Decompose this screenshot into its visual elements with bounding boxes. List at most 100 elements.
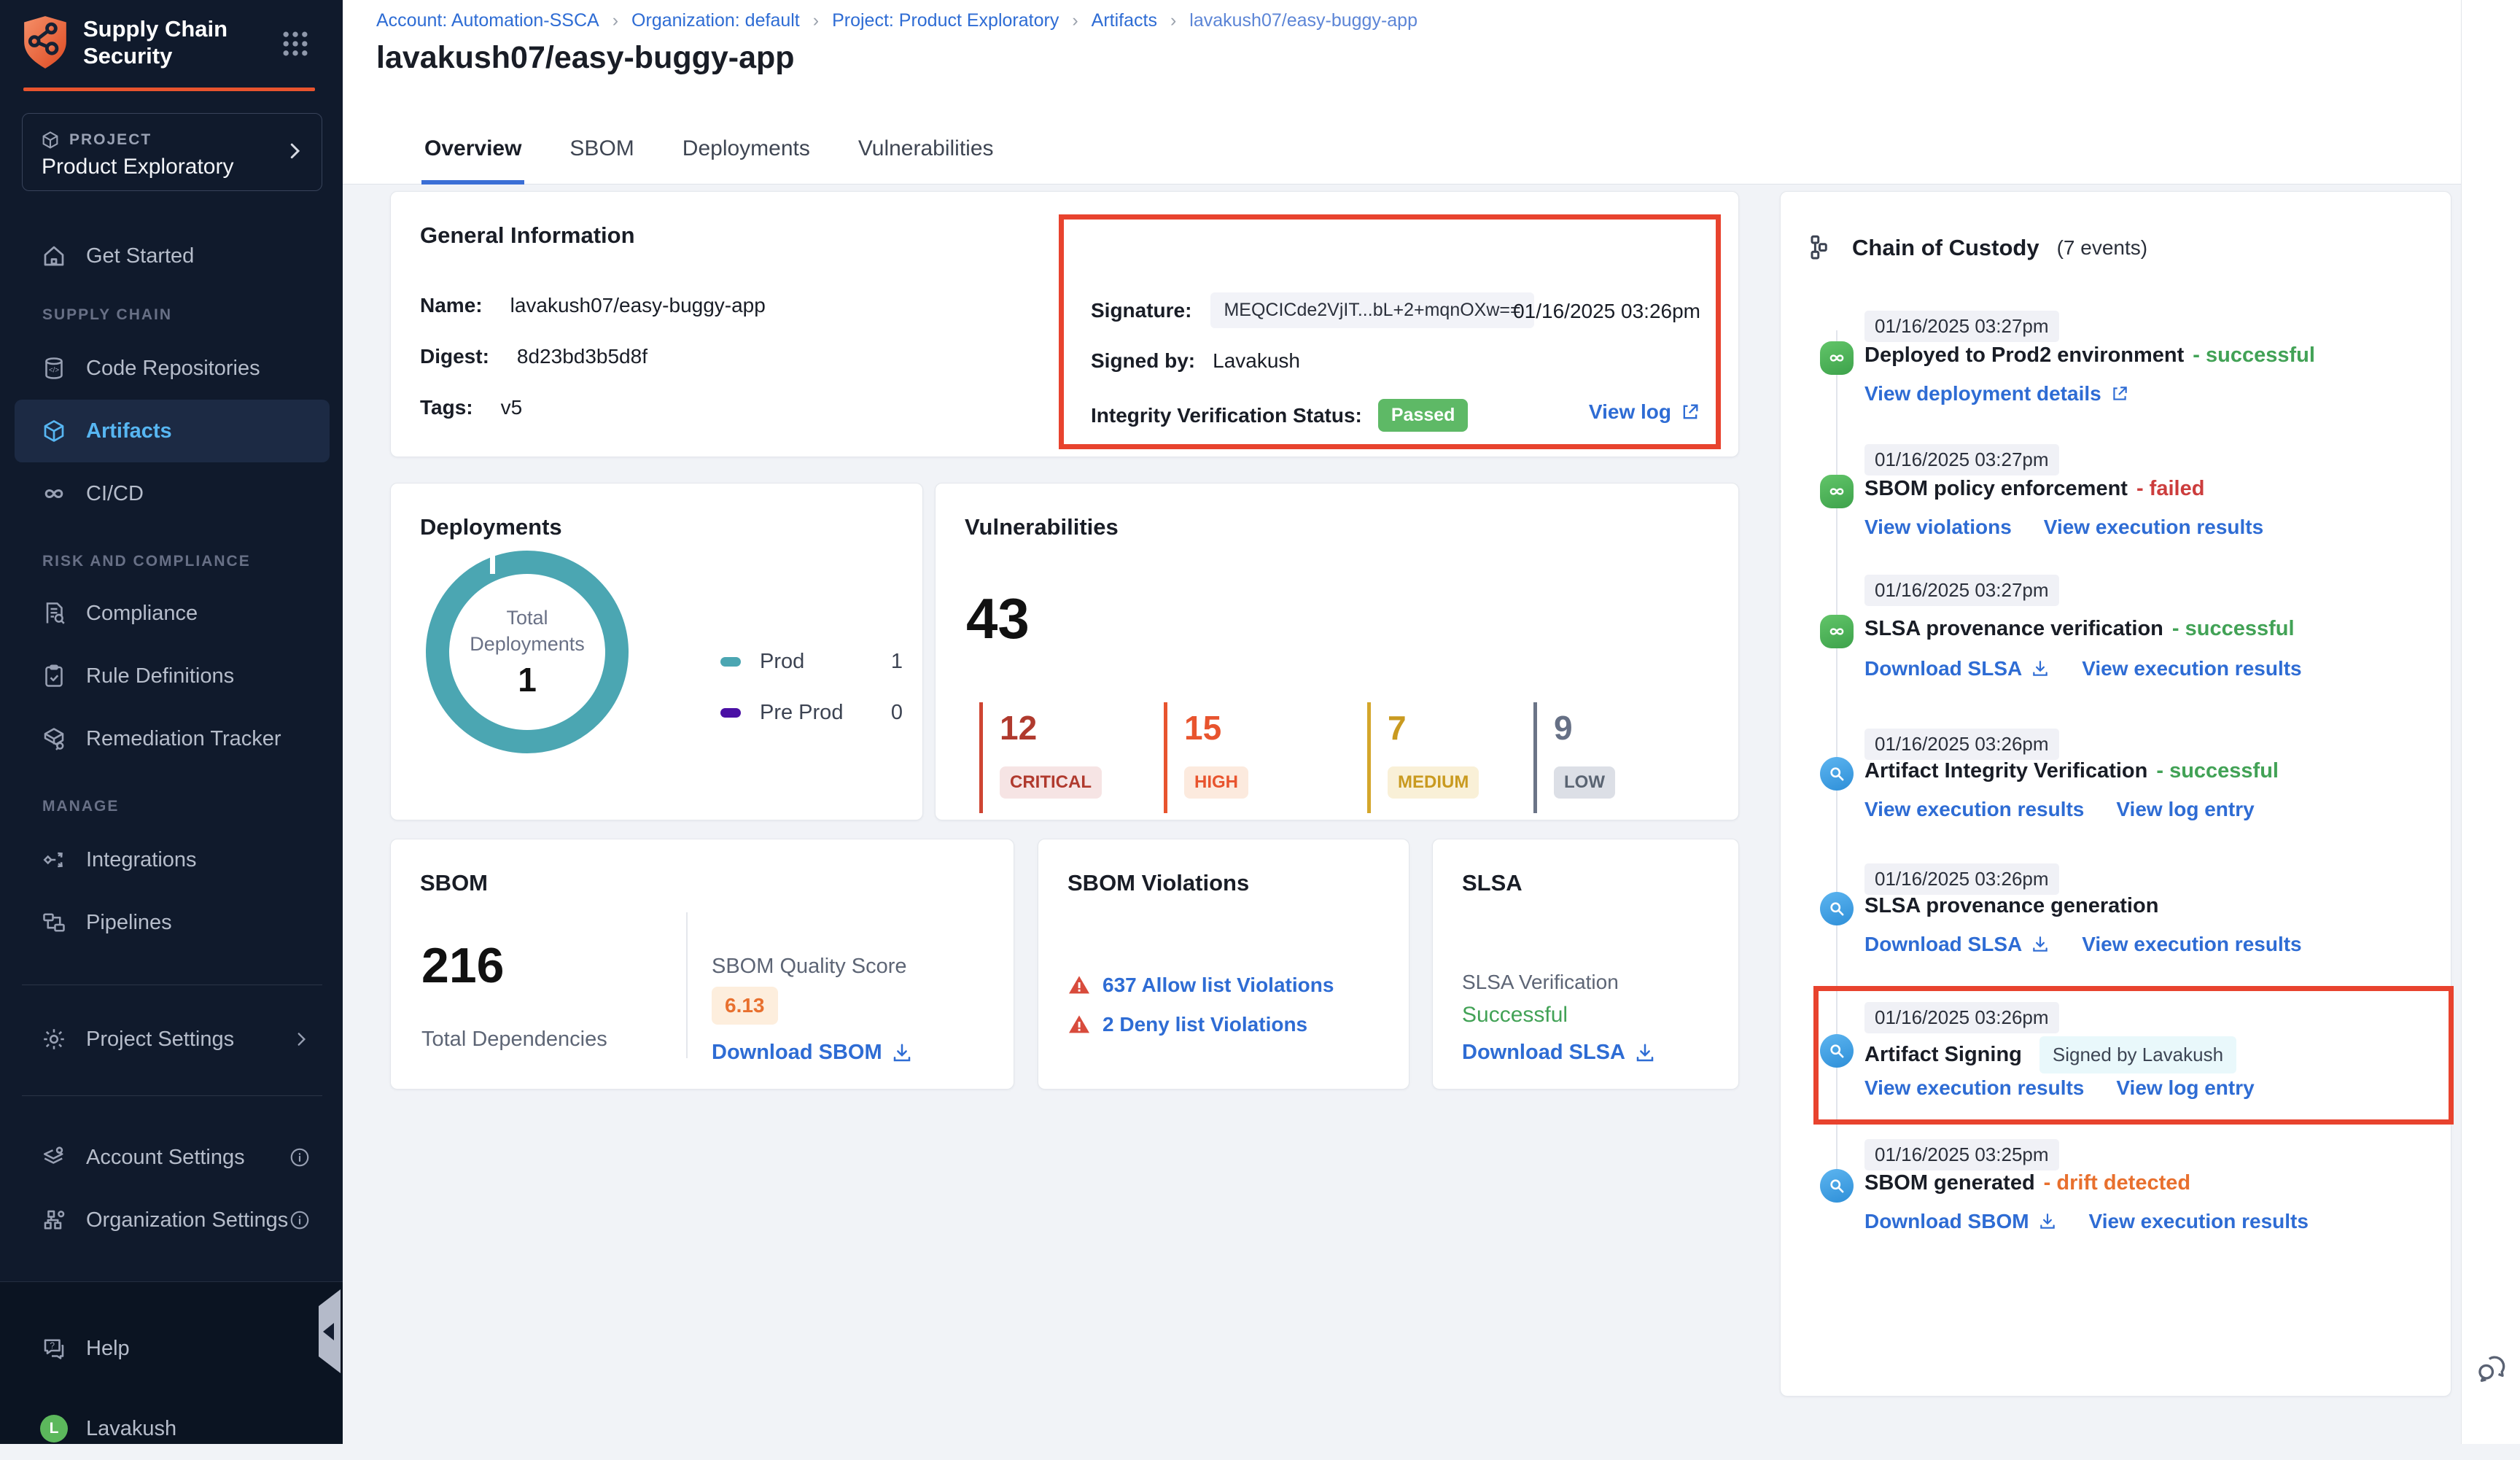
signature-value-chip[interactable]: MEQCICde2VjIT...bL+2+mqnOXw==	[1210, 292, 1533, 328]
tab-vulnerabilities[interactable]: Vulnerabilities	[855, 136, 997, 185]
severity-label: LOW	[1554, 766, 1615, 799]
sidebar-item-help[interactable]: ? Help	[0, 1317, 343, 1380]
app-switcher-grid-icon[interactable]	[279, 28, 311, 60]
app-logo-shield-icon	[20, 15, 70, 70]
tags-row: Tags: v5	[420, 396, 522, 419]
sbom-total-label: Total Dependencies	[421, 1028, 607, 1052]
chevron-right-icon	[284, 140, 306, 162]
view-execution-results-link[interactable]: View execution results	[2044, 516, 2263, 539]
sidebar-item-pipelines[interactable]: Pipelines	[0, 891, 343, 954]
view-log-entry-link[interactable]: View log entry	[2116, 798, 2254, 821]
right-rail	[2461, 0, 2520, 1444]
info-icon[interactable]	[289, 1209, 311, 1231]
tab-sbom[interactable]: SBOM	[567, 136, 637, 185]
breadcrumb-artifacts[interactable]: Artifacts	[1092, 10, 1157, 31]
project-label: PROJECT	[69, 131, 152, 149]
sidebar-item-code-repositories[interactable]: </> Code Repositories	[0, 337, 343, 400]
sidebar-item-account-settings[interactable]: Account Settings	[0, 1126, 343, 1189]
sidebar-item-cicd[interactable]: CI/CD	[0, 462, 343, 525]
view-log-entry-link[interactable]: View log entry	[2116, 1076, 2254, 1100]
event-status: - successful	[2156, 759, 2279, 783]
sidebar-item-label: Compliance	[86, 602, 198, 626]
severity-count: 15	[1184, 708, 1221, 748]
breadcrumb-account[interactable]: Account: Automation-SSCA	[376, 10, 599, 31]
sidebar-item-rule-definitions[interactable]: Rule Definitions	[0, 645, 343, 707]
sidebar-section-risk: RISK AND COMPLIANCE	[42, 553, 251, 570]
breadcrumb-project[interactable]: Project: Product Exploratory	[832, 10, 1059, 31]
sidebar-item-label: Rule Definitions	[86, 664, 234, 688]
deny-list-violations-link[interactable]: 2 Deny list Violations	[1102, 1013, 1307, 1036]
sbom-card: SBOM 216 Total Dependencies SBOM Quality…	[390, 839, 1014, 1090]
download-sbom-link[interactable]: Download SBOM	[1864, 1210, 2057, 1233]
download-sbom-link[interactable]: Download SBOM	[712, 1041, 913, 1065]
legend-swatch-pre-prod	[720, 708, 741, 718]
sbom-total-dependencies-value: 216	[421, 937, 504, 994]
event-title: SLSA provenance generation	[1864, 894, 2158, 918]
sidebar-user[interactable]: L Lavakush	[0, 1397, 343, 1460]
box-wrench-icon	[38, 726, 70, 752]
sidebar-item-compliance[interactable]: Compliance	[0, 582, 343, 645]
sidebar-item-label: Get Started	[86, 244, 194, 268]
view-violations-link[interactable]: View violations	[1864, 516, 2012, 539]
event-timestamp: 01/16/2025 03:27pm	[1864, 575, 2059, 606]
pipeline-policy-icon	[1820, 475, 1854, 508]
project-selector[interactable]: PROJECT Product Exploratory	[22, 113, 322, 191]
view-execution-results-link[interactable]: View execution results	[2082, 933, 2301, 956]
event-title: SLSA provenance verification- successful	[1864, 617, 2295, 641]
sbom-quality-label: SBOM Quality Score	[712, 955, 907, 979]
user-name: Lavakush	[86, 1417, 176, 1441]
download-slsa-link[interactable]: Download SLSA	[1462, 1041, 1656, 1065]
sidebar-item-get-started[interactable]: Get Started	[0, 225, 343, 287]
tab-overview[interactable]: Overview	[421, 136, 524, 185]
tab-bar: Overview SBOM Deployments Vulnerabilitie…	[421, 136, 997, 185]
chat-bubbles-icon[interactable]	[2473, 1351, 2510, 1387]
allow-list-violations-link[interactable]: 637 Allow list Violations	[1102, 974, 1334, 997]
sidebar-item-artifacts[interactable]: Artifacts	[15, 400, 330, 462]
field-label: Name:	[420, 294, 483, 317]
view-execution-results-link[interactable]: View execution results	[2089, 1210, 2309, 1233]
sidebar-item-project-settings[interactable]: Project Settings	[0, 1008, 343, 1071]
view-deployment-details-link[interactable]: View deployment details	[1864, 382, 2129, 405]
breadcrumb: Account: Automation-SSCA › Organization: …	[376, 10, 1418, 31]
severity-bar	[1164, 702, 1167, 813]
document-search-icon	[38, 600, 70, 626]
code-repository-icon: </>	[38, 355, 70, 381]
breadcrumb-organization[interactable]: Organization: default	[631, 10, 800, 31]
brand-divider	[23, 88, 315, 91]
sidebar-item-integrations[interactable]: Integrations	[0, 828, 343, 891]
breadcrumb-current[interactable]: lavakush07/easy-buggy-app	[1189, 10, 1418, 31]
view-log-link[interactable]: View log	[1589, 400, 1700, 424]
view-execution-results-link[interactable]: View execution results	[1864, 798, 2084, 821]
card-title: SBOM	[420, 870, 488, 896]
field-label: Integrity Verification Status:	[1091, 404, 1362, 427]
card-title: Deployments	[420, 514, 562, 540]
sidebar-divider	[22, 1095, 322, 1096]
view-execution-results-link[interactable]: View execution results	[2082, 657, 2301, 680]
legend-label: Pre Prod	[760, 701, 843, 725]
download-slsa-link[interactable]: Download SLSA	[1864, 933, 2050, 956]
download-slsa-link[interactable]: Download SLSA	[1864, 657, 2050, 680]
events-count: (7 events)	[2057, 236, 2148, 260]
info-icon[interactable]	[289, 1146, 311, 1168]
status-badge-passed: Passed	[1378, 399, 1469, 432]
org-chart-gear-icon	[38, 1207, 70, 1233]
legend-item-prod: Prod 1	[720, 650, 903, 674]
signed-by-chip: Signed by Lavakush	[2039, 1036, 2236, 1073]
legend-value: 0	[891, 701, 903, 725]
sidebar-item-organization-settings[interactable]: Organization Settings	[0, 1189, 343, 1251]
event-title: SBOM generated- drift detected	[1864, 1171, 2190, 1195]
download-icon	[891, 1042, 913, 1064]
view-execution-results-link[interactable]: View execution results	[1864, 1076, 2084, 1100]
event-links: View deployment details	[1864, 382, 2129, 405]
sidebar-item-remediation-tracker[interactable]: Remediation Tracker	[0, 707, 343, 770]
event-timestamp: 01/16/2025 03:27pm	[1864, 444, 2059, 475]
event-links: Download SLSA View execution results	[1864, 933, 2302, 956]
event-title: Artifact Signing Signed by Lavakush	[1864, 1036, 2236, 1073]
scan-magnifier-icon	[1820, 757, 1854, 791]
download-icon	[1634, 1042, 1656, 1064]
signature-row: Signature: MEQCICde2VjIT...bL+2+mqnOXw==	[1091, 292, 1534, 328]
tab-deployments[interactable]: Deployments	[680, 136, 813, 185]
vertical-divider	[686, 912, 688, 1058]
card-title: General Information	[420, 222, 635, 249]
breadcrumb-separator: ›	[1072, 10, 1078, 31]
